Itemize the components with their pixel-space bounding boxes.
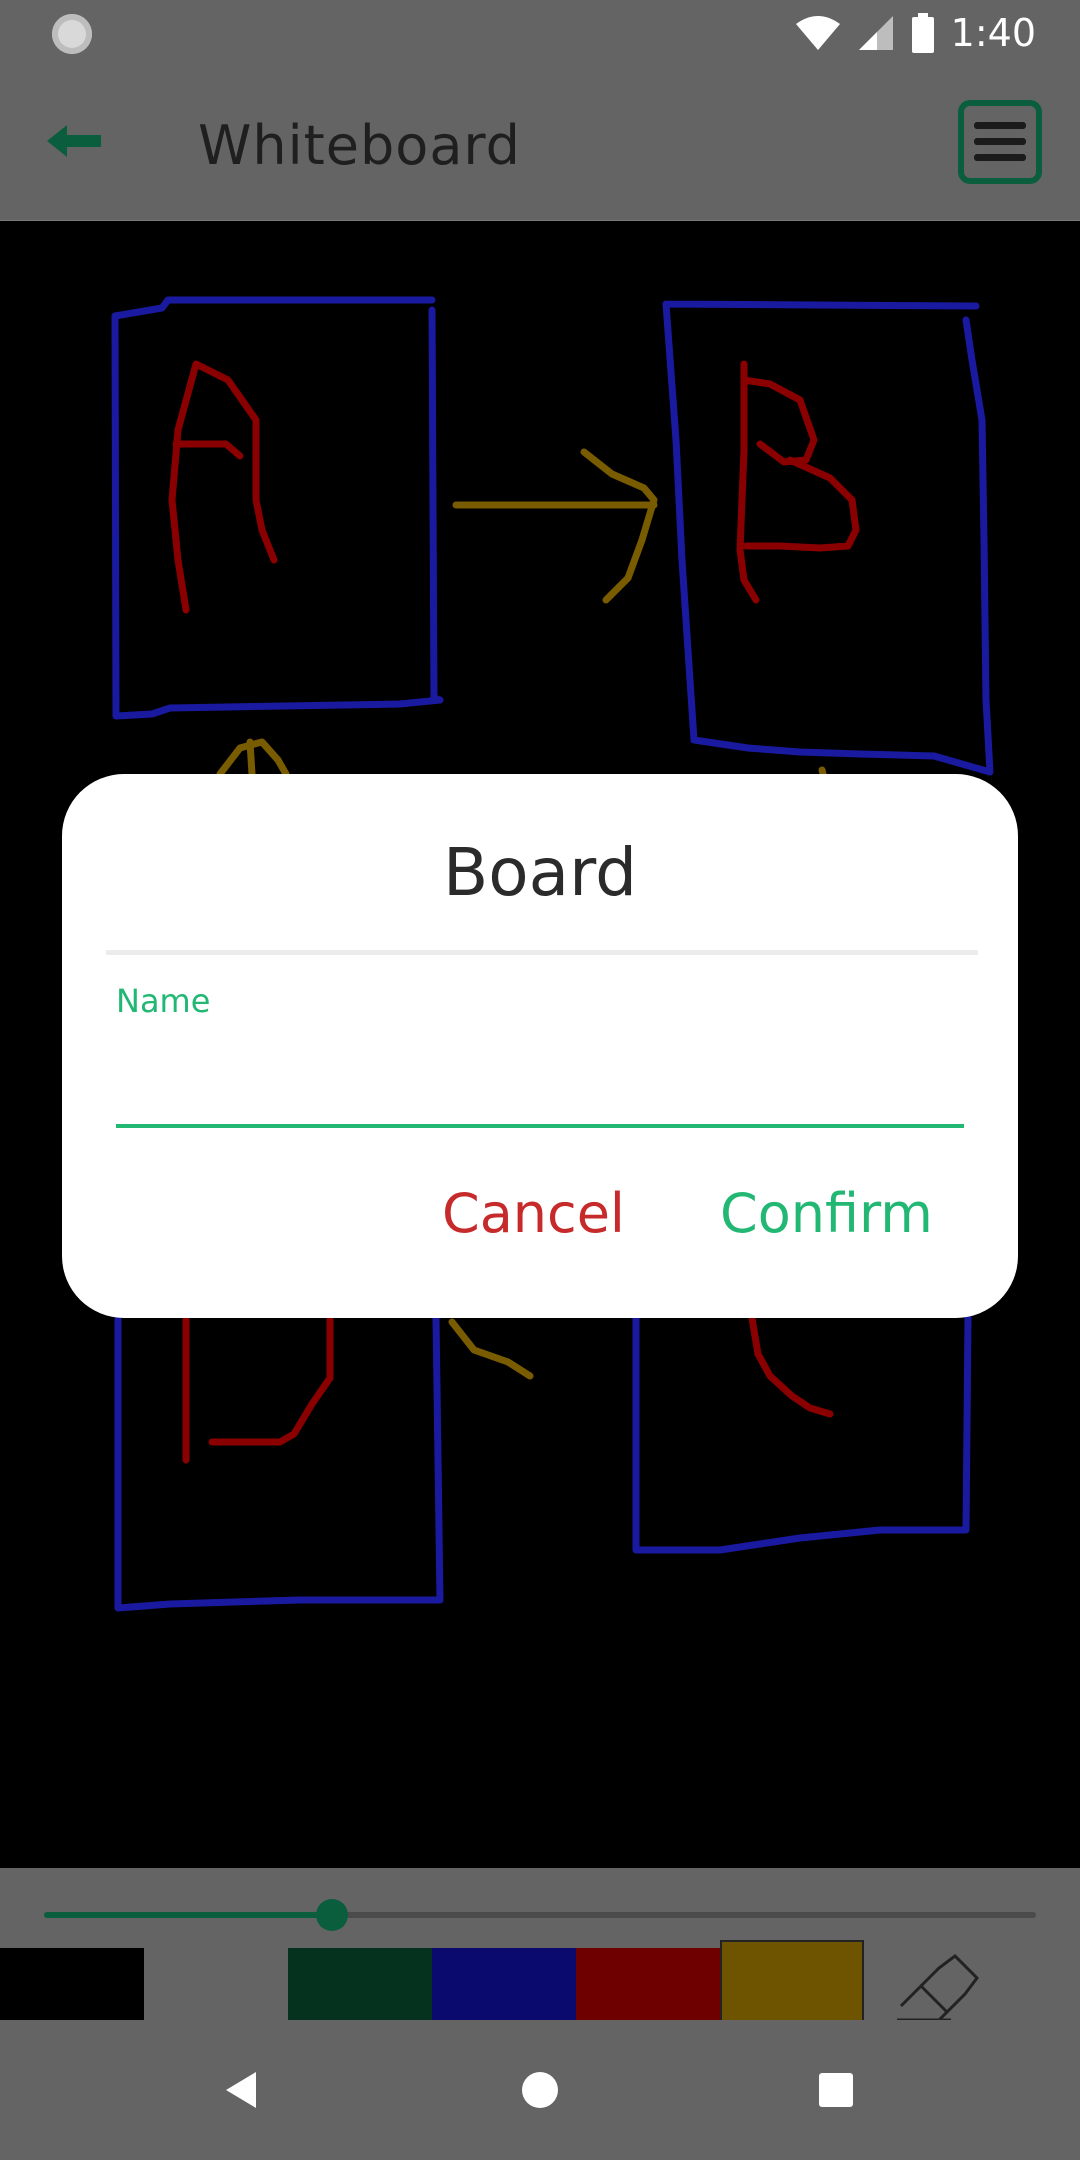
swatch-blue[interactable] [432,1948,576,2020]
home-circle-icon [522,2072,558,2108]
dialog-title: Board [443,834,637,911]
back-arrow-icon [47,125,101,157]
board-dialog: Board Name Cancel Confirm [62,774,1018,1318]
brush-size-slider-thumb[interactable] [315,1899,348,1931]
stroke-box-d [114,1314,444,1612]
name-input[interactable] [116,1032,964,1102]
recents-square-icon [819,2073,853,2107]
app-toolbar: Whiteboard [0,66,1080,222]
color-palette [0,1940,1080,2028]
stroke-box-a [111,296,444,720]
page-title: Whiteboard [198,114,521,177]
battery-icon [911,13,934,53]
nav-recents-button[interactable] [814,2068,858,2112]
swatch-red[interactable] [576,1948,720,2020]
swatch-green[interactable] [288,1948,432,2020]
status-time: 1:40 [950,11,1036,55]
nav-back-button[interactable] [220,2068,264,2112]
stroke-box-c [632,1314,972,1554]
name-input-underline [116,1124,964,1128]
eraser-button[interactable] [864,1948,1008,2020]
cell-signal-icon [858,16,893,50]
stroke-arrow-ab [452,448,658,604]
eraser-icon [897,1954,979,2020]
brush-size-slider-fill [44,1912,332,1918]
menu-button[interactable] [958,100,1042,184]
stroke-connector [448,1318,534,1380]
name-field-label: Name [116,982,211,1020]
confirm-button[interactable]: Confirm [720,1182,933,1245]
status-bar: 1:40 [0,0,1080,66]
sync-indicator-icon [52,14,92,54]
stroke-letter-d [182,1314,334,1464]
system-nav-bar [0,2020,1080,2160]
wifi-icon [795,16,840,50]
stroke-box-b [662,300,994,776]
stroke-letter-b [736,360,860,604]
brush-size-slider[interactable] [44,1899,1036,1931]
swatch-gray[interactable] [144,1948,288,2020]
swatch-black[interactable] [0,1948,144,2020]
status-icons: 1:40 [795,10,1036,56]
swatch-gold[interactable] [720,1940,864,2028]
cancel-button[interactable]: Cancel [442,1182,625,1245]
back-button[interactable] [40,111,110,171]
drawing-tools [0,1868,1080,2028]
hamburger-menu-icon [974,122,1026,161]
dialog-divider [106,950,978,955]
nav-home-button[interactable] [518,2068,562,2112]
stroke-letter-c [748,1314,834,1418]
stroke-mark-left [216,738,290,778]
back-triangle-icon [226,2072,256,2108]
stroke-letter-a [168,360,278,614]
